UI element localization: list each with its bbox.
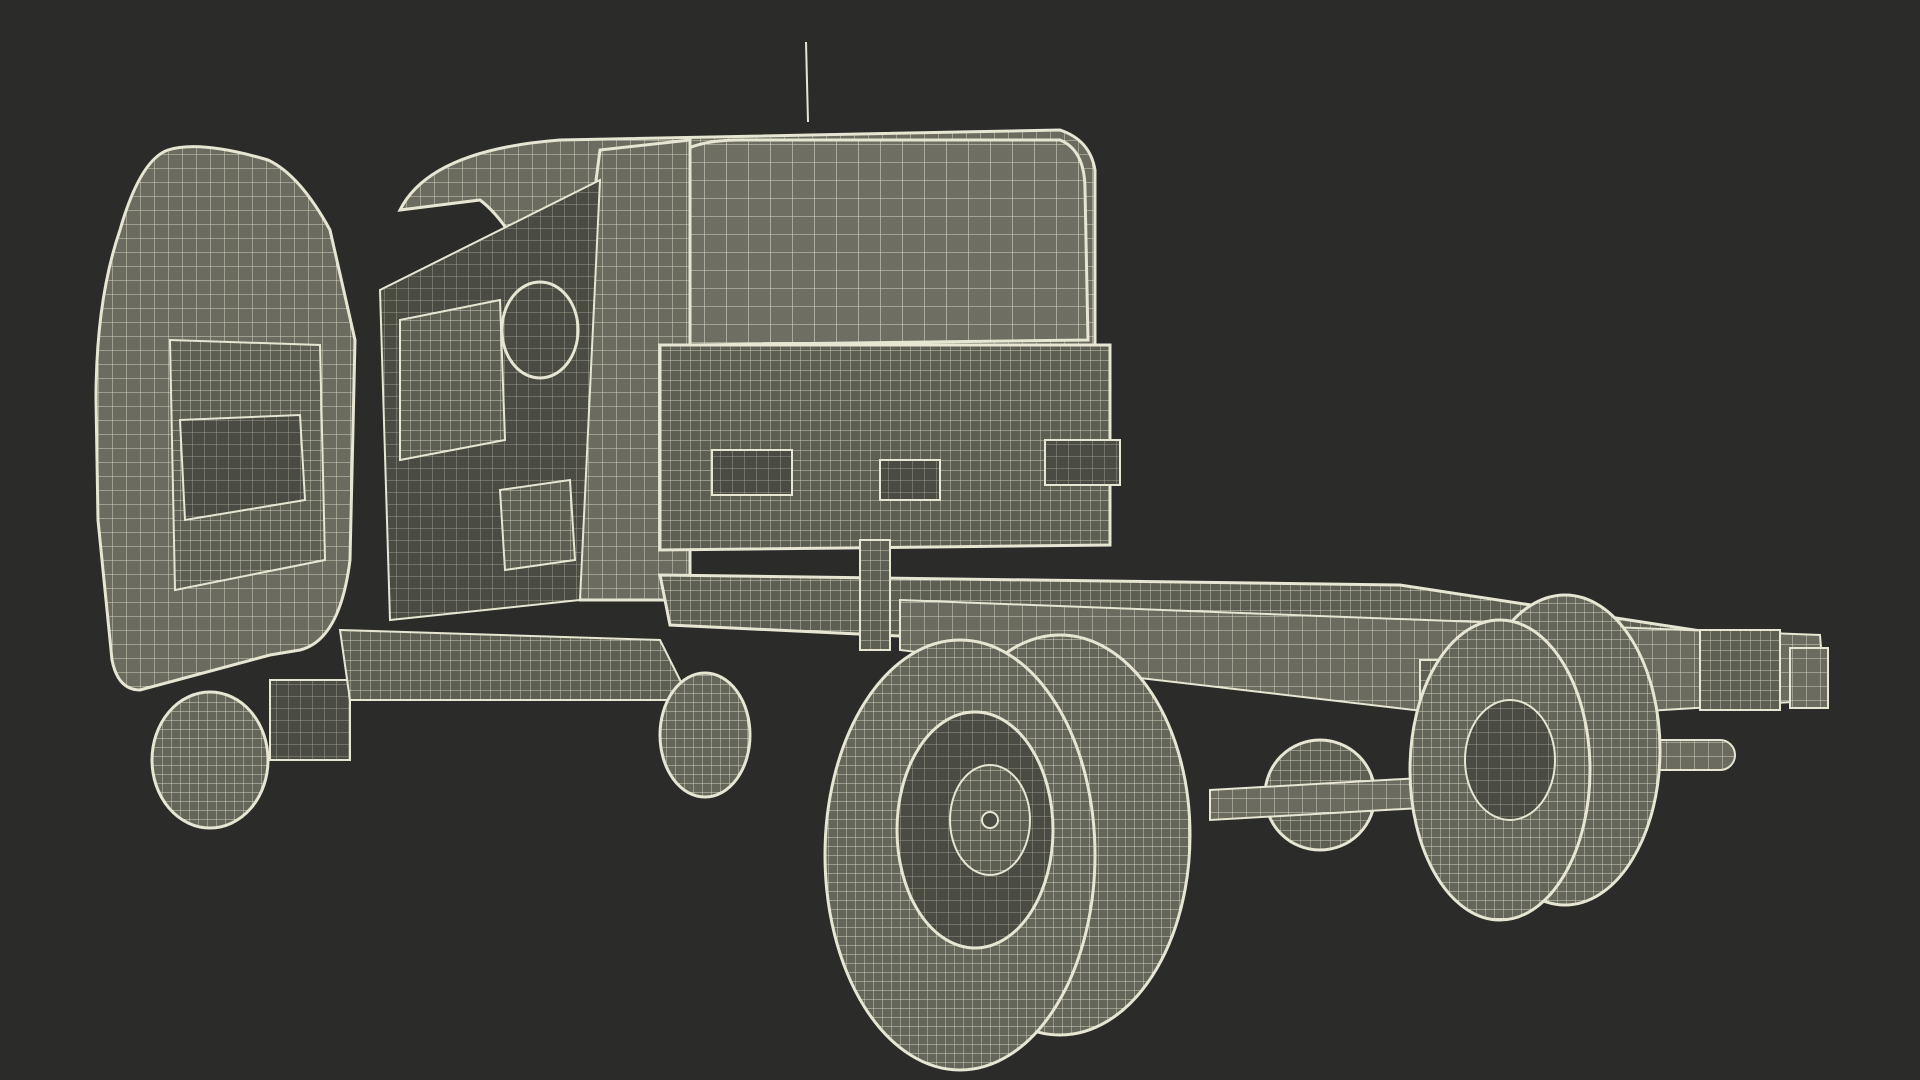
- front-left-wheel: [150, 679, 351, 830]
- front-right-wheel: [658, 671, 752, 799]
- rear-left-dual-wheels: [823, 633, 1192, 1072]
- antenna: [805, 41, 809, 123]
- cab-interior: [378, 178, 602, 622]
- render-viewport: [0, 0, 1920, 1080]
- open-door: [94, 145, 357, 692]
- truck-wireframe-render: [94, 41, 1829, 1072]
